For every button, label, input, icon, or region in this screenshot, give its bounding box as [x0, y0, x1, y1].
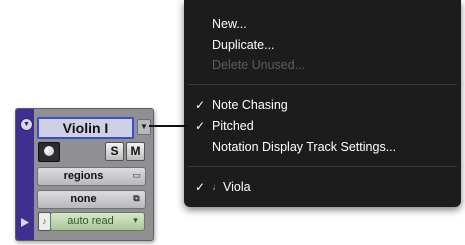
- checkmark-icon: ✓: [195, 98, 206, 112]
- menu-separator: [188, 166, 457, 167]
- menu-separator: [188, 84, 457, 85]
- record-enable-button[interactable]: [38, 142, 60, 162]
- menu-item-label: Pitched: [212, 119, 254, 133]
- automation-mode-selector[interactable]: auto read ▾: [50, 212, 145, 231]
- track-header: ▼ Violin I ▼ S M regions ▭ none ⧉ ♪ auto…: [15, 108, 154, 241]
- mute-button[interactable]: M: [126, 142, 145, 161]
- play-triangle-icon: [21, 218, 29, 227]
- automation-mode-value: auto read: [67, 215, 114, 227]
- track-view-value: regions: [63, 170, 104, 182]
- timebase-value: none: [70, 193, 97, 205]
- track-view-selector[interactable]: regions ▭: [37, 167, 146, 186]
- menu-item-delete-unused: Delete Unused...: [212, 58, 306, 72]
- record-circle-icon: [44, 146, 54, 156]
- checkmark-icon: ✓: [195, 180, 206, 194]
- popup-menu-icon: ▭: [132, 170, 141, 180]
- menu-item-viola[interactable]: ✓ ♩Viola: [195, 179, 251, 195]
- track-menu-arrow-icon[interactable]: ▼: [137, 119, 151, 135]
- chevron-down-icon: ▾: [133, 215, 138, 225]
- checkmark-icon: ✓: [195, 119, 206, 133]
- menu-item-notation-display-settings[interactable]: Notation Display Track Settings...: [212, 139, 396, 155]
- collapse-triangle-icon[interactable]: ▼: [20, 118, 33, 131]
- menu-item-new[interactable]: New...: [212, 16, 247, 32]
- track-popup-menu: New... Duplicate... Delete Unused... ✓ N…: [184, 0, 461, 207]
- popup-menu-icon: ⧉: [133, 193, 140, 203]
- menu-item-label: Viola: [223, 180, 251, 194]
- menu-item-duplicate[interactable]: Duplicate...: [212, 37, 275, 53]
- instrument-viola-icon: ♩: [212, 182, 222, 194]
- timebase-selector[interactable]: none ⧉: [37, 190, 146, 209]
- menu-item-note-chasing[interactable]: ✓ Note Chasing: [195, 97, 288, 113]
- track-color-strip: ▼: [16, 109, 34, 240]
- menu-connector-line: [149, 125, 189, 127]
- solo-button[interactable]: S: [105, 142, 124, 161]
- menu-item-pitched[interactable]: ✓ Pitched: [195, 118, 254, 134]
- track-name-field[interactable]: Violin I: [37, 117, 134, 139]
- menu-item-label: Note Chasing: [212, 98, 288, 112]
